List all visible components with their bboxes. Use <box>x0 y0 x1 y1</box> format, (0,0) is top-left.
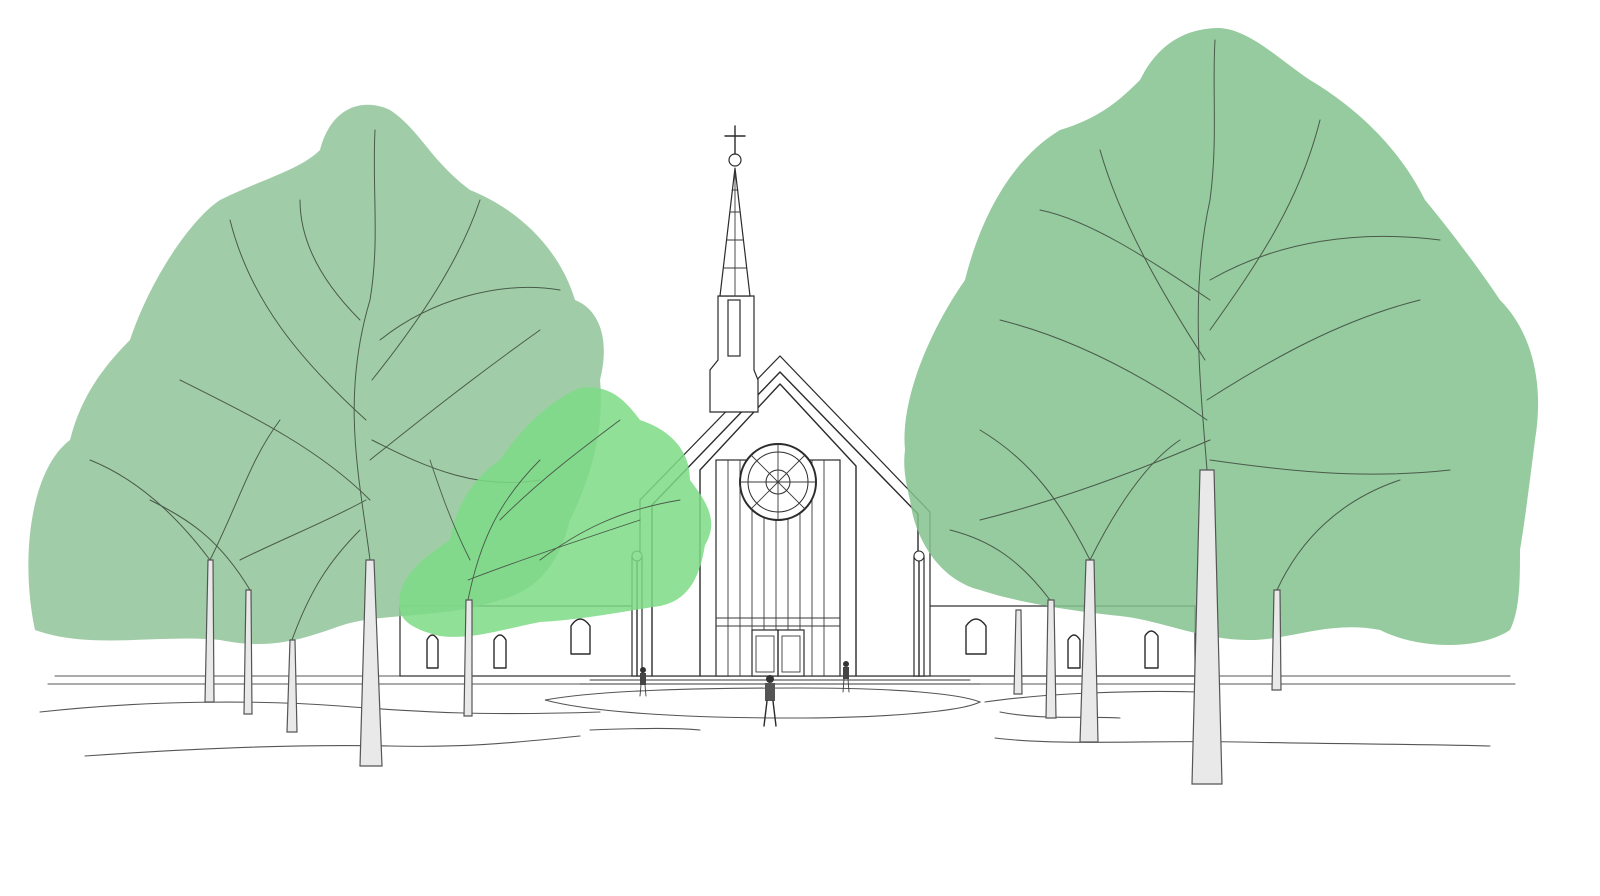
steeple <box>709 125 759 413</box>
person-left <box>639 667 647 697</box>
sketch-canvas <box>28 28 1539 785</box>
entrance-doors <box>751 629 805 677</box>
canopy-right <box>904 28 1539 645</box>
church-sketch-scene <box>0 0 1600 896</box>
ground-lines <box>39 675 1516 757</box>
rose-window <box>739 443 817 521</box>
person-right <box>842 661 850 693</box>
